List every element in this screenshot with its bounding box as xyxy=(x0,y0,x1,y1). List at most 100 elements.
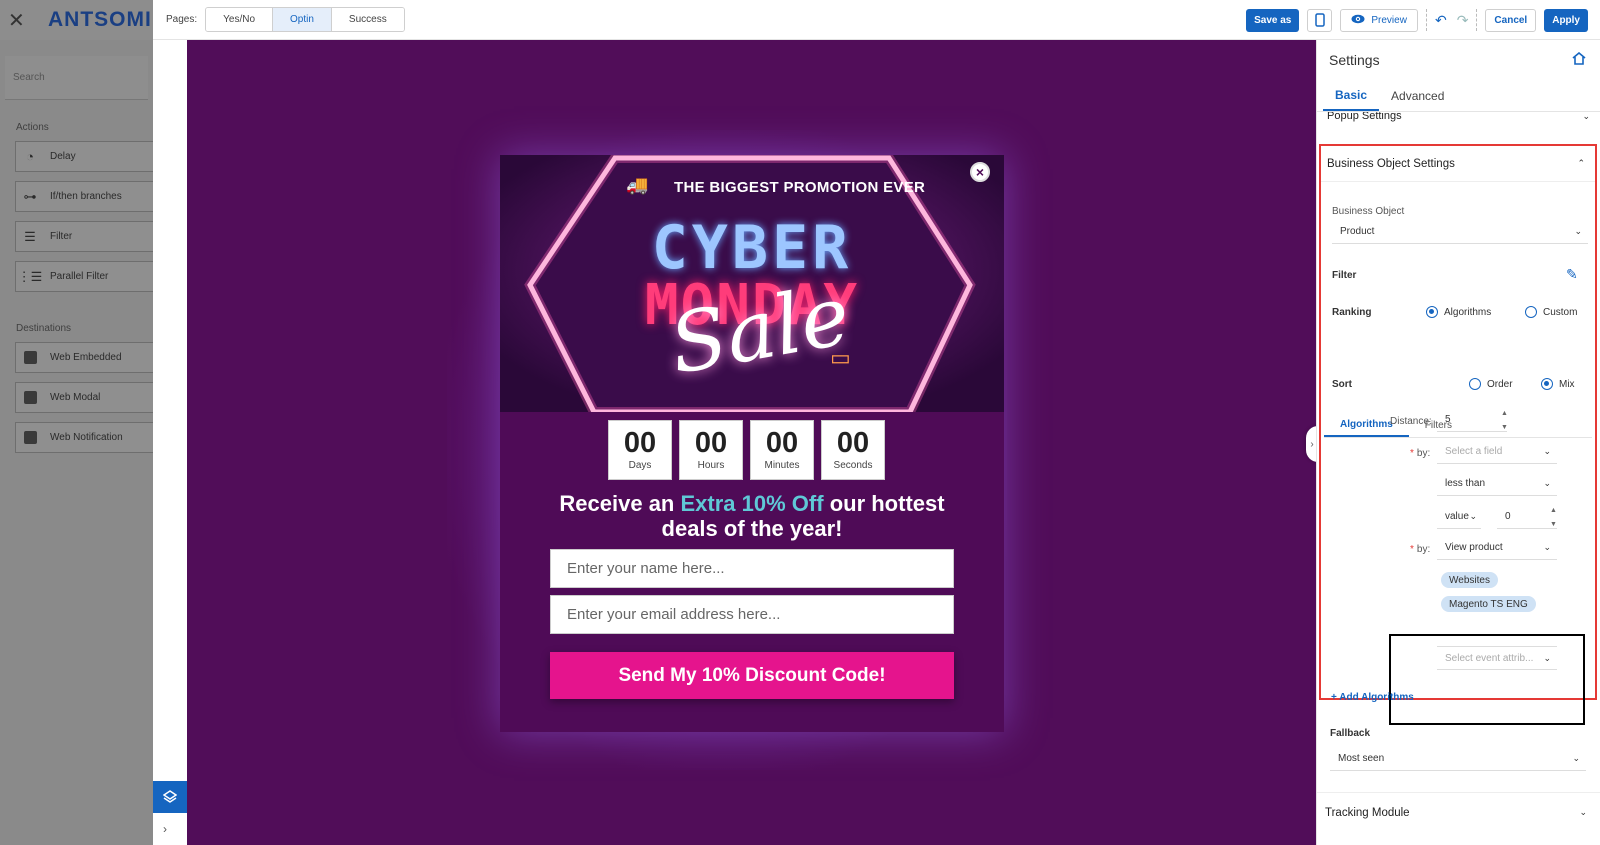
action-filter[interactable]: ☰ Filter xyxy=(15,221,153,252)
countdown-hours: 00 Hours xyxy=(679,420,743,480)
action-label: Parallel Filter xyxy=(50,271,109,282)
destination-web-notification[interactable]: Web Notification xyxy=(15,422,153,453)
pages-label: Pages: xyxy=(166,14,198,25)
event-attribute-select[interactable]: Select event attrib... ⌄ xyxy=(1437,646,1557,670)
countdown-label: Hours xyxy=(697,460,725,471)
toolbar-divider xyxy=(1425,9,1427,31)
hero-tagline: THE BIGGEST PROMOTION EVER xyxy=(674,179,926,196)
ranking-label: Ranking xyxy=(1332,307,1372,318)
radio-selected-icon xyxy=(1426,306,1438,318)
headline-post: our hottest xyxy=(829,491,945,516)
page-tab-success[interactable]: Success xyxy=(331,8,404,31)
event-attribute-placeholder: Select event attrib... xyxy=(1445,652,1534,664)
web-icon xyxy=(22,350,38,366)
mobile-view-icon[interactable] xyxy=(1307,8,1333,32)
destination-label: Web Modal xyxy=(50,392,101,403)
fallback-label: Fallback xyxy=(1330,728,1371,739)
action-parallel-filter[interactable]: ⋮☰ Parallel Filter xyxy=(15,261,153,292)
radio-empty-icon xyxy=(1525,306,1537,318)
optin-popup[interactable]: THE BIGGEST PROMOTION EVER 🚚 CYBER MONDA… xyxy=(500,155,1004,732)
sort-mix-radio[interactable]: Mix xyxy=(1541,378,1575,390)
chip-websites[interactable]: Websites xyxy=(1441,572,1498,588)
event-select[interactable]: View product ⌄ xyxy=(1437,536,1557,560)
action-label: Filter xyxy=(50,231,73,242)
ranking-custom-radio[interactable]: Custom xyxy=(1525,306,1577,318)
email-input[interactable]: Enter your email address here... xyxy=(550,595,954,634)
popup-settings-label: Popup Settings xyxy=(1327,112,1402,122)
settings-title: Settings xyxy=(1329,52,1380,68)
by-field-select[interactable]: Select a field ⌄ xyxy=(1437,440,1557,464)
web-icon xyxy=(22,430,38,446)
tab-advanced[interactable]: Advanced xyxy=(1379,80,1456,111)
apply-button[interactable]: Apply xyxy=(1544,8,1588,32)
radio-label: Algorithms xyxy=(1444,306,1492,318)
branch-icon: ⊶ xyxy=(23,188,37,204)
by-label: * by: xyxy=(1410,544,1430,555)
page-tab-optin[interactable]: Optin xyxy=(273,8,332,31)
web-icon xyxy=(22,390,38,406)
action-if-then[interactable]: ⊶ If/then branches xyxy=(15,181,153,212)
search-input[interactable]: Search xyxy=(5,56,148,100)
tracking-module-section[interactable]: Tracking Module ⌄ xyxy=(1317,792,1600,832)
chip-magento[interactable]: Magento TS ENG xyxy=(1441,596,1536,612)
sort-label: Sort xyxy=(1332,379,1352,390)
save-as-button[interactable]: Save as xyxy=(1246,8,1300,32)
send-discount-button[interactable]: Send My 10% Discount Code! xyxy=(550,652,954,699)
radio-selected-icon xyxy=(1541,378,1553,390)
value-number: 0 xyxy=(1505,511,1511,522)
radio-label: Mix xyxy=(1559,378,1575,390)
business-object-settings-section: Business Object Settings ⌃ Business Obje… xyxy=(1319,144,1597,725)
by-field-placeholder: Select a field xyxy=(1445,446,1503,457)
countdown-minutes: 00 Minutes xyxy=(750,420,814,480)
chevron-up-icon: ⌃ xyxy=(1577,158,1585,168)
operator-select[interactable]: less than ⌄ xyxy=(1437,472,1557,496)
chevron-down-icon: ⌄ xyxy=(1543,446,1551,456)
popup-settings-section[interactable]: Popup Settings ⌄ xyxy=(1317,112,1600,126)
event-value: View product xyxy=(1445,542,1503,553)
required-mark: * xyxy=(1410,544,1414,555)
bos-header[interactable]: Business Object Settings ⌃ xyxy=(1321,146,1595,182)
business-object-value: Product xyxy=(1340,226,1375,237)
settings-header: Settings xyxy=(1317,40,1600,80)
countdown-label: Seconds xyxy=(833,460,873,471)
cancel-button[interactable]: Cancel xyxy=(1485,8,1537,32)
preview-button[interactable]: Preview xyxy=(1340,8,1418,32)
destination-web-embedded[interactable]: Web Embedded xyxy=(15,342,153,373)
logo-row: ✕ ANTSOMI xyxy=(0,0,153,40)
top-toolbar: Pages: Yes/No Optin Success Save as Prev… xyxy=(153,0,1600,40)
close-popup-icon[interactable]: × xyxy=(970,162,990,182)
distance-input[interactable]: 5 xyxy=(1437,408,1507,432)
countdown-value: 00 xyxy=(623,427,657,459)
stepper-icon[interactable]: ▲ ▼ xyxy=(1550,507,1557,528)
chevron-down-icon: ⌄ xyxy=(1572,753,1580,763)
ranking-algorithms-radio[interactable]: Algorithms xyxy=(1426,306,1491,318)
action-delay[interactable]: ◔ Delay xyxy=(15,141,153,172)
sort-order-radio[interactable]: Order xyxy=(1469,378,1513,390)
page-tab-yes-no[interactable]: Yes/No xyxy=(206,8,274,31)
layers-icon[interactable] xyxy=(153,781,187,813)
operator-value: less than xyxy=(1445,478,1486,489)
close-icon[interactable]: ✕ xyxy=(8,8,30,33)
destinations-label: Destinations xyxy=(16,323,72,334)
name-input[interactable]: Enter your name here... xyxy=(550,549,954,588)
destination-label: Web Embedded xyxy=(50,352,122,363)
distance-value: 5 xyxy=(1445,414,1451,425)
add-algorithms-link[interactable]: + Add Algorithms xyxy=(1331,692,1414,703)
countdown-label: Minutes xyxy=(764,460,800,471)
tab-basic[interactable]: Basic xyxy=(1323,80,1380,111)
business-object-select[interactable]: Product ⌄ xyxy=(1332,220,1588,244)
value-type: value xyxy=(1445,511,1469,522)
home-icon[interactable] xyxy=(1572,51,1586,68)
redo-icon[interactable]: ↷ xyxy=(1457,12,1469,29)
fallback-select[interactable]: Most seen ⌄ xyxy=(1330,747,1586,771)
bos-title: Business Object Settings xyxy=(1327,157,1455,170)
left-panel: ✕ ANTSOMI Search Actions ◔ Delay ⊶ If/then… xyxy=(0,0,153,845)
stepper-icon[interactable]: ▲ ▼ xyxy=(1501,410,1508,431)
chevron-right-icon[interactable]: › xyxy=(163,822,167,836)
undo-icon[interactable]: ↶ xyxy=(1435,12,1447,29)
value-type-select[interactable]: value ⌄ xyxy=(1437,505,1481,529)
destination-web-modal[interactable]: Web Modal xyxy=(15,382,153,413)
value-number-input[interactable]: 0 xyxy=(1497,505,1557,529)
radio-label: Order xyxy=(1487,378,1513,390)
pencil-icon[interactable]: ✎ xyxy=(1566,266,1578,283)
